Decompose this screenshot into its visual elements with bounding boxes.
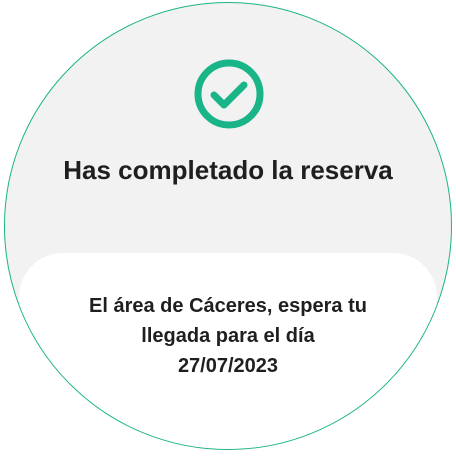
reservation-date: 27/07/2023 (177, 355, 279, 377)
confirmation-title: Has completado la reserva (63, 155, 393, 185)
check-circle-icon (194, 59, 264, 129)
message-line-2: llegada para el día (141, 325, 315, 347)
message-line-1: El área de Cáceres, espera tu (89, 295, 367, 317)
confirmation-screen: Has completado la reserva El área de Các… (4, 2, 452, 450)
confirmation-message: El área de Cáceres, espera tu llegada pa… (75, 291, 381, 381)
